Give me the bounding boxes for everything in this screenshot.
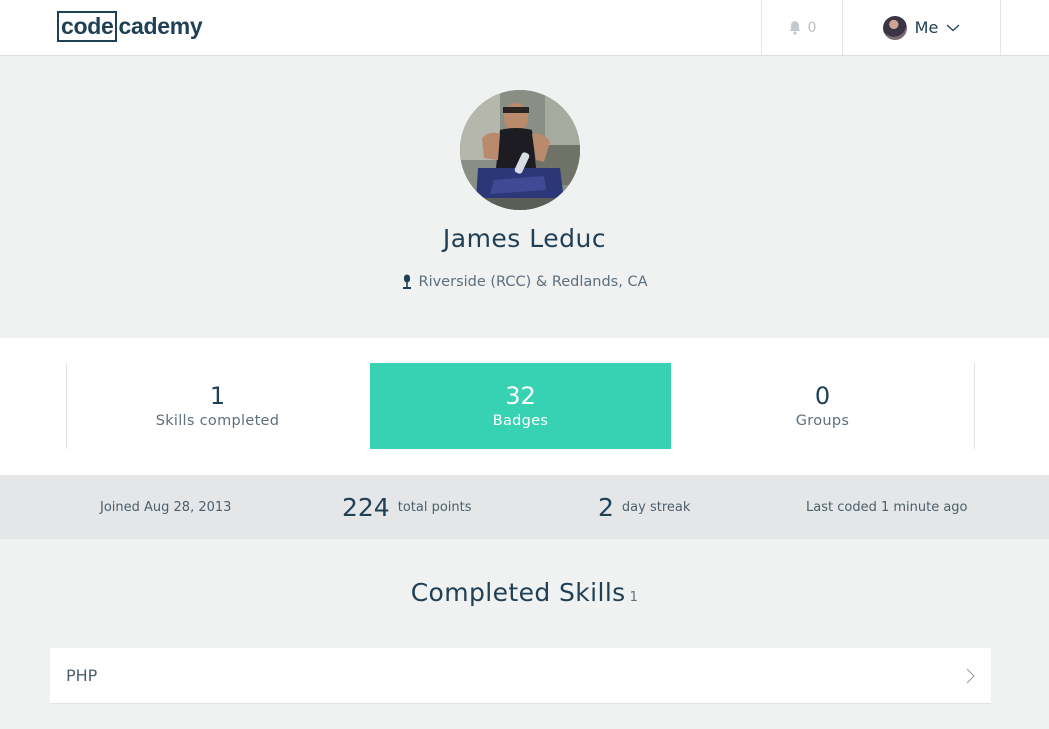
stat-value: 32 bbox=[505, 382, 536, 410]
user-avatar-small bbox=[882, 15, 907, 40]
points-label: total points bbox=[397, 499, 472, 515]
profile-meta-band: Joined Aug 28, 2013 224 total points 2 d… bbox=[0, 475, 1049, 539]
stat-value: 1 bbox=[209, 382, 226, 410]
chevron-right-icon bbox=[966, 668, 975, 683]
stat-value: 0 bbox=[814, 382, 831, 410]
skill-name: PHP bbox=[66, 666, 98, 685]
account-menu-button[interactable]: Me bbox=[843, 0, 1000, 55]
joined-text: Joined Aug 28, 2013 bbox=[100, 499, 232, 515]
profile-location: Riverside (RCC) & Redlands, CA bbox=[0, 274, 1049, 290]
profile-name: James Leduc bbox=[442, 224, 607, 253]
notifications-button[interactable]: 0 bbox=[762, 0, 842, 55]
logo-code-box: code bbox=[57, 11, 118, 42]
streak-value: 2 bbox=[598, 492, 614, 522]
logo-text: cademy bbox=[118, 13, 203, 39]
points-value: 224 bbox=[342, 492, 390, 522]
last-coded-text: Last coded 1 minute ago bbox=[806, 499, 968, 515]
account-menu-label: Me bbox=[914, 18, 939, 37]
location-pin-icon bbox=[402, 274, 411, 289]
streak-label: day streak bbox=[621, 499, 691, 515]
chevron-down-icon bbox=[946, 24, 960, 31]
day-streak: 2 day streak bbox=[598, 475, 690, 539]
stat-badges[interactable]: 32 Badges bbox=[370, 363, 671, 449]
stat-groups[interactable]: 0 Groups bbox=[672, 363, 973, 449]
top-nav-bar: code cademy 0 Me bbox=[0, 0, 1049, 56]
joined-date: Joined Aug 28, 2013 bbox=[100, 475, 231, 539]
skill-item-php[interactable]: PHP bbox=[50, 648, 991, 704]
total-points: 224 total points bbox=[342, 475, 472, 539]
stat-label: Groups bbox=[795, 413, 850, 429]
last-coded: Last coded 1 minute ago bbox=[806, 475, 968, 539]
location-text: Riverside (RCC) & Redlands, CA bbox=[418, 274, 648, 290]
profile-photo bbox=[460, 90, 580, 210]
stat-label: Badges bbox=[492, 413, 549, 429]
stats-divider bbox=[974, 363, 975, 449]
completed-skills-heading: Completed Skills 1 bbox=[0, 578, 1049, 607]
codecademy-logo[interactable]: code cademy bbox=[57, 11, 203, 42]
completed-skills-count: 1 bbox=[629, 590, 639, 605]
notifications-count: 0 bbox=[807, 19, 817, 36]
bell-icon bbox=[789, 21, 801, 35]
section-title-text: Completed Skills bbox=[410, 578, 626, 607]
profile-avatar bbox=[460, 90, 580, 210]
header-divider bbox=[1000, 0, 1001, 55]
stat-label: Skills completed bbox=[155, 413, 280, 429]
stat-skills-completed[interactable]: 1 Skills completed bbox=[67, 363, 368, 449]
profile-stats: 1 Skills completed 32 Badges 0 Groups bbox=[0, 338, 1049, 475]
